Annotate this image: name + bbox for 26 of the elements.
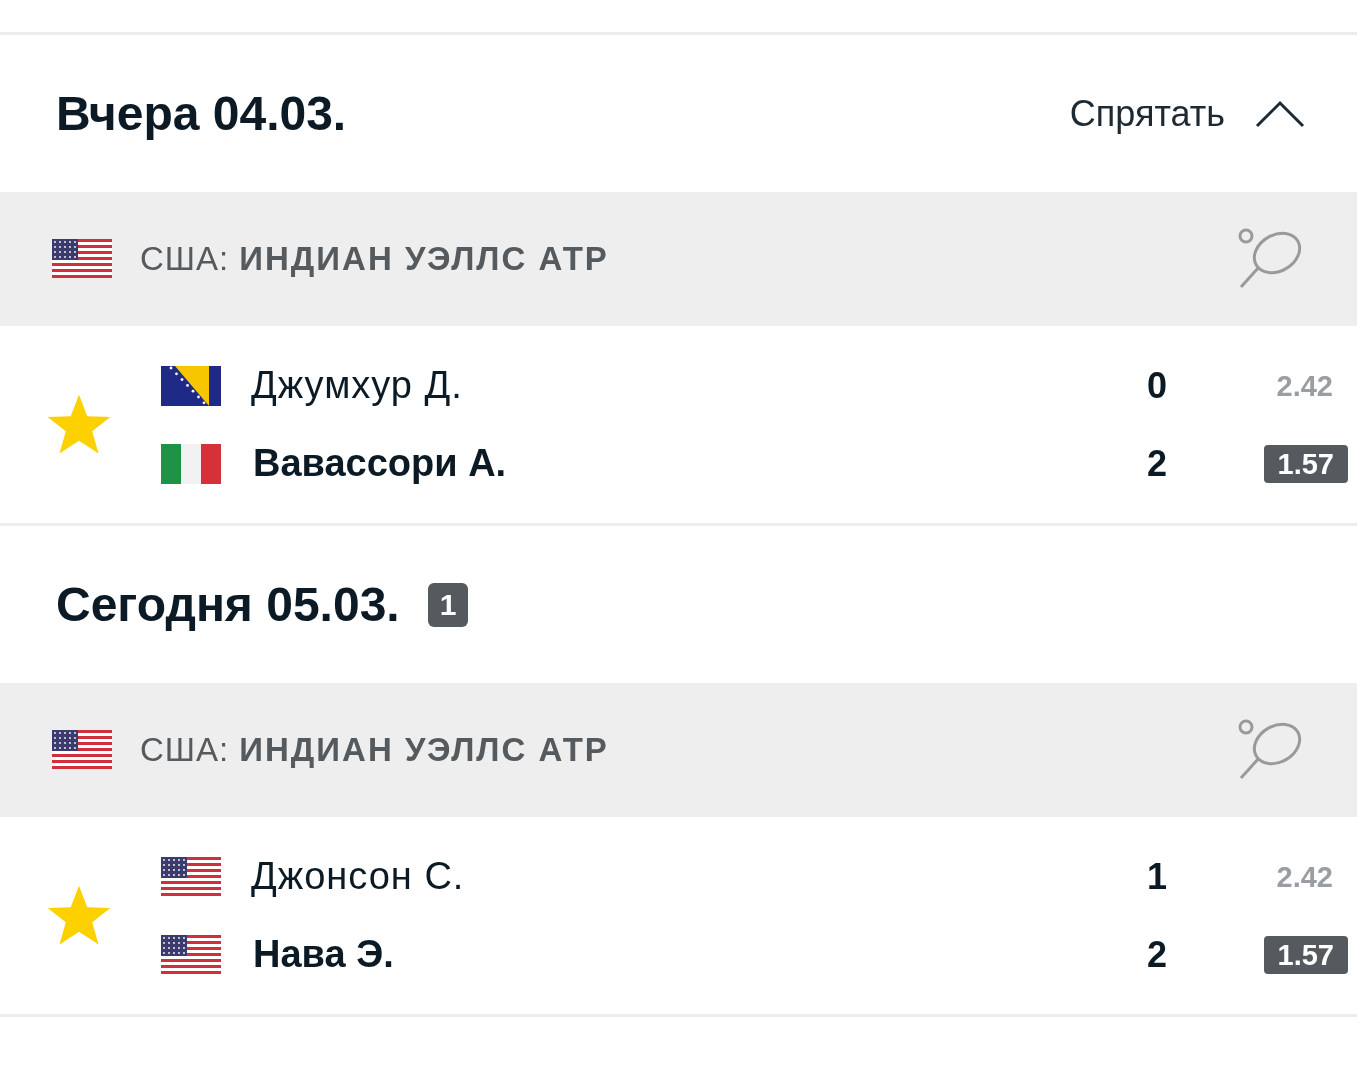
- count-badge: 1: [427, 582, 469, 627]
- odds: 1.57: [1263, 935, 1348, 974]
- odds: 2.42: [1276, 368, 1334, 404]
- score: 1: [1146, 854, 1168, 899]
- date-heading: Вчера 04.03.: [56, 85, 347, 142]
- player-name: Нава Э.: [253, 932, 394, 977]
- score: 0: [1146, 363, 1168, 408]
- league-name: ИНДИАН УЭЛЛС АТР: [239, 239, 609, 280]
- odds: 2.42: [1276, 859, 1334, 895]
- odds: 1.57: [1263, 444, 1348, 483]
- score: 2: [1146, 441, 1168, 486]
- country-label: США:: [140, 239, 230, 280]
- date-heading: Сегодня 05.03.: [56, 576, 400, 633]
- hide-toggle[interactable]: Спрятать: [1069, 86, 1305, 141]
- score: 2: [1146, 932, 1168, 977]
- country-label: США:: [140, 730, 230, 771]
- flag-icon: [161, 365, 221, 406]
- player-name: Джумхур Д.: [251, 363, 463, 408]
- league-name: ИНДИАН УЭЛЛС АТР: [239, 730, 609, 771]
- player-name: Джонсон С.: [251, 854, 465, 899]
- flag-icon: [161, 443, 221, 484]
- player-name: Вавассори А.: [253, 441, 507, 486]
- flag-icon: [161, 934, 221, 975]
- flag-icon: [52, 239, 112, 279]
- flag-icon: [161, 856, 221, 897]
- flag-icon: [52, 730, 112, 770]
